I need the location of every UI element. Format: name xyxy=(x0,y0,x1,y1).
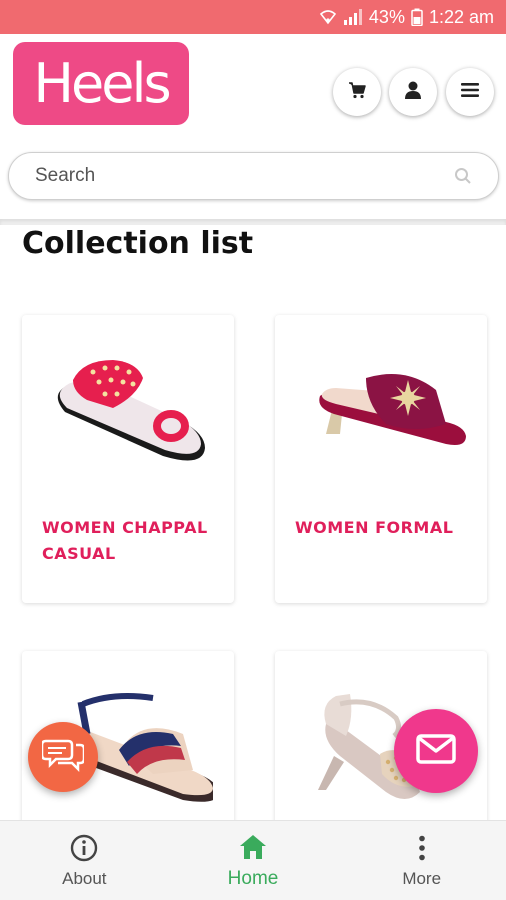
search-icon[interactable] xyxy=(454,167,472,185)
product-image-slide xyxy=(275,315,487,500)
app-header: Heels xyxy=(0,34,506,130)
cart-icon xyxy=(348,81,366,104)
more-vertical-icon xyxy=(407,833,437,863)
heels-logo[interactable]: Heels xyxy=(13,42,189,125)
menu-button[interactable] xyxy=(446,68,494,116)
bottom-navigation: About Home More xyxy=(0,820,506,900)
account-button[interactable] xyxy=(389,68,437,116)
mail-button[interactable] xyxy=(394,709,478,793)
nav-home[interactable]: Home xyxy=(169,821,338,900)
chat-icon xyxy=(40,737,86,778)
menu-icon xyxy=(460,82,480,103)
page-title: Collection list xyxy=(22,226,254,261)
user-icon xyxy=(403,80,423,105)
battery-icon xyxy=(411,8,423,26)
battery-percent: 43% xyxy=(368,6,405,27)
chat-button[interactable] xyxy=(28,722,98,792)
wifi-icon xyxy=(319,8,337,26)
mail-icon xyxy=(416,733,456,769)
collection-title: WOMEN CHAPPAL CASUAL xyxy=(42,518,208,563)
nav-label: About xyxy=(62,868,107,888)
search-bar xyxy=(8,152,499,200)
clock: 1:22 am xyxy=(428,6,494,27)
header-divider xyxy=(0,219,506,225)
signal-icon xyxy=(343,8,363,26)
status-bar: 43% 1:22 am xyxy=(0,0,506,34)
product-image-chappal xyxy=(22,315,234,500)
nav-more[interactable]: More xyxy=(337,821,506,900)
nav-label: Home xyxy=(227,867,279,889)
collection-card[interactable]: WOMEN FORMAL xyxy=(275,315,487,603)
info-icon xyxy=(69,833,99,863)
search-input[interactable] xyxy=(35,165,454,187)
nav-about[interactable]: About xyxy=(0,821,169,900)
app-screen: 43% 1:22 am Heels Colle xyxy=(0,0,506,900)
cart-button[interactable] xyxy=(333,68,381,116)
collection-title: WOMEN FORMAL xyxy=(295,518,454,537)
home-icon xyxy=(238,832,268,862)
collection-card[interactable]: WOMEN CHAPPAL CASUAL xyxy=(22,315,234,603)
nav-label: More xyxy=(402,868,442,888)
